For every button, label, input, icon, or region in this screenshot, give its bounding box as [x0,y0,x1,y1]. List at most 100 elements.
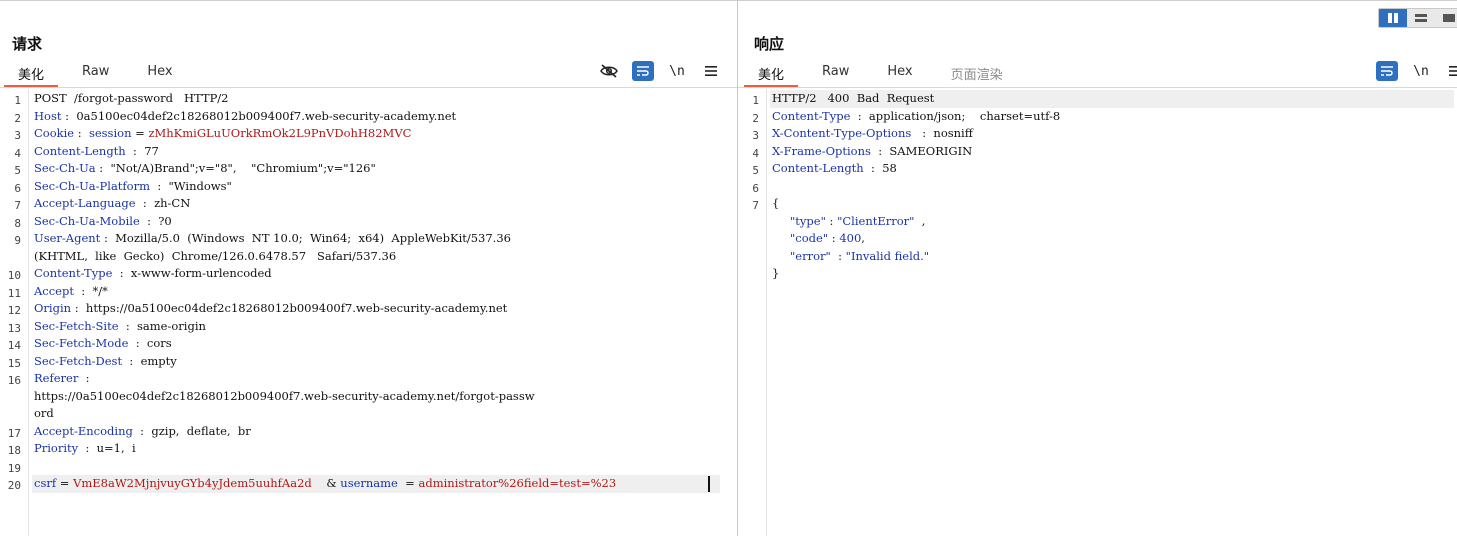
line-number: 11 [7,286,21,300]
request-tab-raw[interactable]: Raw [68,61,123,87]
code-line: Content-Length : 58 [772,160,897,178]
word-wrap-toggle[interactable] [632,61,654,81]
header-name: Sec-Ch-Ua-Platform [34,178,151,193]
request-code[interactable]: POST /forgot-password HTTP/2 Host : 0a510… [32,89,737,536]
code-text: : [95,161,111,175]
header-name: Accept-Encoding [34,423,133,438]
line-number: 16 [7,374,21,387]
header-name: Sec-Ch-Ua [34,161,96,175]
header-name: Sec-Ch-Ua-Mobile [34,213,140,228]
response-editor[interactable]: 1 2 3 4 5 6 7 HTTP/2 400 Bad Request Content-Ty… [738,89,1457,536]
request-editor[interactable]: 1 2 3 4 5 6 7 8 9 10 11 12 13 14 15 16 17 18 19 20 POST /fo… [0,89,737,536]
line-number: 18 [7,444,21,457]
request-menu-button[interactable] [700,61,722,81]
cookie-name: session [88,126,132,140]
line-number: 12 [7,304,21,317]
request-tab-pretty[interactable]: 美化 [4,61,59,87]
code-text: ord [34,406,54,420]
response-tab-rule [738,87,1457,88]
header-name: Cookie [34,126,75,140]
code-text: , [914,213,926,228]
code-line: https://0a5100ec04def2c18268012b009400f7… [34,388,535,406]
code-text: : [139,213,159,228]
header-name: Priority [34,441,79,455]
code-line: POST /forgot-password HTTP/2 [34,90,229,108]
json-key: "type" [790,213,826,228]
menu-icon [705,66,717,76]
header-value: SAMEORIGIN [889,143,973,158]
code-text: = [56,476,74,490]
line-number: 1 [752,94,759,107]
code-line: X-Content-Type-Options : nosniff [772,125,973,143]
param-name: username [340,476,398,490]
json-value: "ClientError" [837,213,915,228]
header-value: x-www-form-urlencoded [130,266,272,280]
response-word-wrap-toggle[interactable] [1376,61,1398,81]
code-line: Sec-Fetch-Site : same-origin [34,318,206,336]
response-menu-button[interactable] [1444,61,1457,81]
response-tab-pretty[interactable]: 美化 [744,61,799,87]
line-number: 9 [14,234,21,247]
request-title: 请求 [12,35,43,53]
request-pane: 请求 美化 Raw Hex \n 1 2 3 4 5 6 7 8 9 10 11 12 13 14 15 16… [0,0,737,536]
code-text: : [850,108,869,123]
response-toolbar: \n [1376,61,1457,81]
line-number: 19 [7,461,21,475]
response-tab-render[interactable]: 页面渲染 [937,61,1017,87]
code-line: Accept-Language : zh-CN [34,195,190,213]
header-name: Content-Length [34,143,126,158]
code-text: (KHTML, like Gecko) Chrome/126.0.6478.57… [34,248,397,263]
response-line-gutter: 1 2 3 4 5 6 7 [738,89,767,536]
header-value: cors [146,336,172,350]
header-value: gzip, deflate, br [151,423,251,438]
code-text: : [825,213,838,228]
param-value: administrator%26field=test=%23 [418,476,617,490]
line-number: 13 [7,321,21,335]
text-caret [708,476,710,492]
code-line: "type" : "ClientError" , [772,213,925,231]
line-number: 3 [14,129,21,142]
line-number: 10 [7,269,21,282]
code-text: : [78,371,90,385]
header-name: X-Content-Type-Options [772,126,912,140]
code-text: : [118,318,138,333]
request-tab-hex[interactable]: Hex [133,61,186,87]
header-name: Sec-Fetch-Site [34,318,119,333]
request-tab-rule [0,87,737,88]
response-tab-raw[interactable]: Raw [808,61,863,87]
code-line: csrf = VmE8aW2MjnjvuyGYb4yJdem5uuhfAa2d … [34,475,616,493]
code-text: : [911,126,934,140]
code-text: : [78,441,97,455]
line-number: 6 [752,181,759,195]
code-line: Sec-Ch-Ua : "Not/A)Brand";v="8", "Chromi… [34,160,376,178]
header-name: Content-Type [34,266,113,280]
hide-nonprinting-button[interactable] [598,61,620,81]
response-code[interactable]: HTTP/2 400 Bad Request Content-Type : app… [770,89,1457,536]
header-value: */* [92,283,108,298]
code-line: } [772,265,779,283]
code-line: (KHTML, like Gecko) Chrome/126.0.6478.57… [34,248,396,266]
header-value: zh-CN [154,196,191,210]
header-value: application/json; charset=utf-8 [868,108,1061,123]
header-value: same-origin [137,318,206,333]
code-text: : [61,108,77,123]
code-text: https://0a5100ec04def2c18268012b009400f7… [34,388,535,403]
json-value: "Invalid field." [845,248,930,263]
code-line: Sec-Fetch-Dest : empty [34,353,177,371]
json-key: "error" [790,248,831,263]
response-show-newlines-toggle[interactable]: \n [1410,61,1432,81]
line-number: 4 [752,146,759,160]
response-tabs: 美化 Raw Hex 页面渲染 [744,61,1027,87]
code-line: ord [34,405,54,423]
header-value: u=1, i [96,441,136,455]
show-newlines-toggle[interactable]: \n [666,61,688,81]
param-value: VmE8aW2MjnjvuyGYb4yJdem5uuhfAa2d [73,476,312,490]
request-tabs: 美化 Raw Hex [4,61,197,87]
cookie-value: zMhKmiGLuUOrkRmOk2L9PnVDohH82MVC [148,126,412,140]
header-name: X-Frame-Options [772,143,871,158]
response-tab-hex[interactable]: Hex [873,61,926,87]
code-text: : [150,178,169,193]
line-number: 5 [14,164,21,177]
code-line: Content-Type : application/json; charset… [772,108,1060,126]
code-line: Priority : u=1, i [34,440,136,458]
